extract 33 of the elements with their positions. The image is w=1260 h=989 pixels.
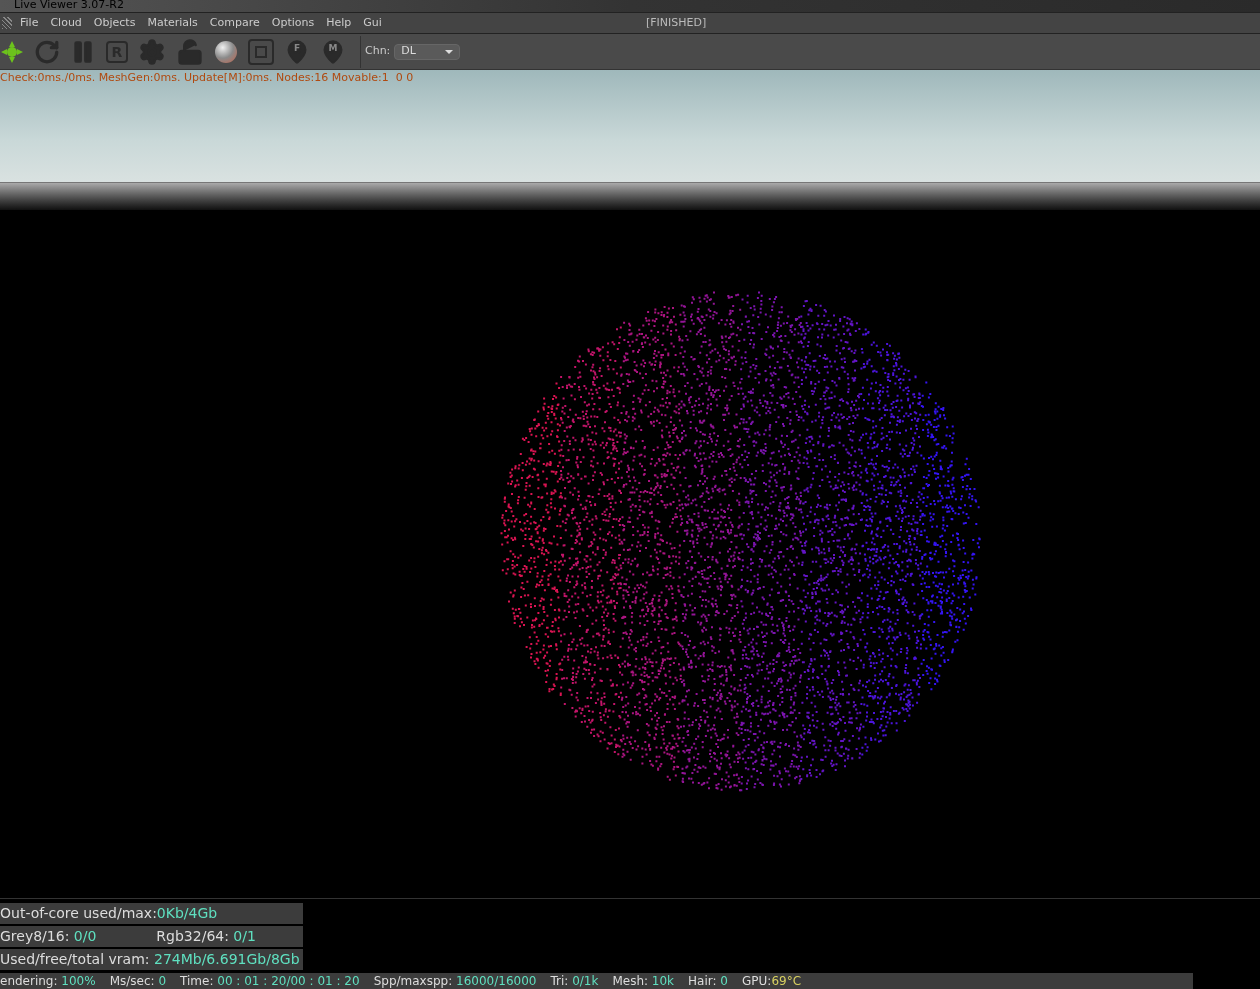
lock-icon[interactable] (176, 37, 204, 66)
stat-text: Grey8/16: 0/0 (0, 927, 97, 946)
status-text: Hair: 0 (688, 973, 728, 989)
channel-label: Chn: (365, 43, 391, 60)
stat-text: Used/free/total vram: 274Mb/6.691Gb/8Gb (0, 950, 300, 969)
menu-item[interactable]: Gui (357, 14, 388, 32)
menu-item[interactable]: Objects (87, 14, 142, 32)
region-icon[interactable] (248, 38, 274, 65)
status-text: Tri: 0/1k (550, 973, 599, 989)
caret-icon (445, 49, 454, 54)
menu-item[interactable]: Cloud (44, 14, 88, 32)
sphere-icon[interactable] (214, 39, 238, 64)
menu-item[interactable]: Options (265, 14, 321, 32)
logo-icon[interactable] (0, 39, 24, 64)
menu-item[interactable]: Materials (141, 14, 204, 32)
stat-text: Rgb32/64: 0/1 (156, 927, 256, 946)
viewport-info: Check:0ms./0ms. MeshGen:0ms. Update[M]:0ms. Nodes:16 Movable:1 0 0 (0, 70, 415, 86)
menu-item[interactable]: File (14, 14, 45, 32)
status-text: Ms/sec: 0 (109, 973, 167, 989)
menu-item[interactable]: Compare (203, 14, 266, 32)
channel-dropdown[interactable]: DL (394, 43, 461, 60)
status-text: Time: 00 : 01 : 20/00 : 01 : 20 (180, 973, 360, 989)
menu-item[interactable]: Help (320, 14, 358, 32)
status-text: GPU:69°C (742, 973, 802, 989)
stat-text: Out-of-core used/max:0Kb/4Gb (0, 904, 218, 923)
grip-icon (2, 17, 12, 29)
settings-icon[interactable] (138, 37, 166, 66)
status-text: Spp/maxspp: 16000/16000 (373, 973, 537, 989)
status-text: Mesh: 10k (612, 973, 675, 989)
render-status: [FINISHED] (646, 14, 707, 31)
window-title: Live Viewer 3.07-R2 (14, 0, 124, 10)
status-text: endering: 100% (0, 973, 96, 989)
restart-icon[interactable] (34, 38, 60, 65)
